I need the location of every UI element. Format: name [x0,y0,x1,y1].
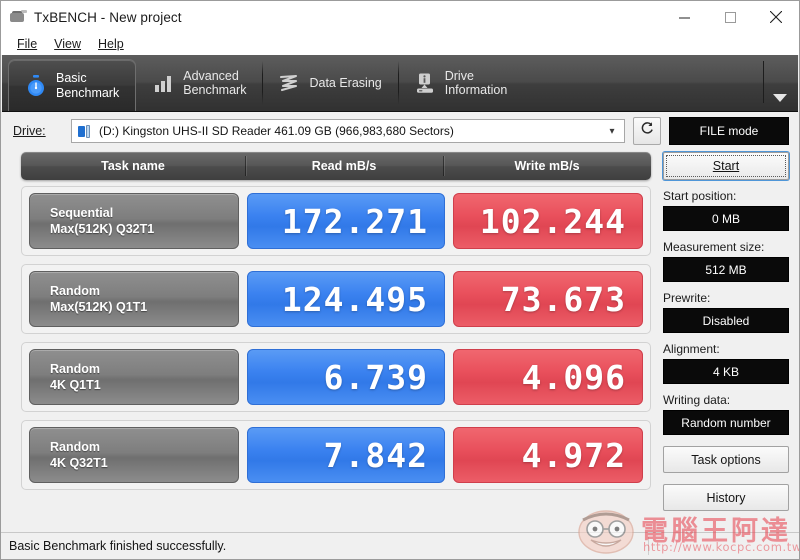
task-options-button[interactable]: Task options [663,446,789,473]
chevron-down-icon [773,94,787,102]
table-row: Sequential Max(512K) Q32T1 172.271 102.2… [21,186,651,256]
task-name-label: Random 4K Q1T1 [50,362,101,392]
drive-select-value: (D:) Kingston UHS-II SD Reader 461.09 GB… [99,124,454,138]
drive-label-text: Drive: [13,124,46,138]
drive-row: Drive: (D:) Kingston UHS-II SD Reader 46… [1,112,799,150]
tab-data-erasing[interactable]: Data Erasing [262,55,397,111]
column-header-write: Write mB/s [443,152,651,180]
status-bar: Basic Benchmark finished successfully. [1,532,799,559]
table-row: Random 4K Q1T1 6.739 4.096 [21,342,651,412]
task-name-label: Sequential Max(512K) Q32T1 [50,206,155,236]
start-position-value[interactable]: 0 MB [663,206,789,231]
bar-chart-icon [152,71,174,95]
task-name-label: Random 4K Q32T1 [50,440,108,470]
read-value: 124.495 [247,271,445,327]
tab-drive-information-label: Drive Information [444,68,508,98]
menu-bar: File View Help [1,33,799,55]
status-divider [648,537,649,555]
tab-strip: Basic Benchmark Advanced Benchmark Data … [2,55,798,112]
stopwatch-icon [25,74,47,98]
menu-help[interactable]: Help [91,35,132,53]
removable-drive-icon [78,124,94,138]
window-title: TxBENCH - New project [34,9,182,25]
results-table: Task name Read mB/s Write mB/s Sequentia… [21,152,651,498]
task-options-label: Task options [691,452,761,467]
alignment-value[interactable]: 4 KB [663,359,789,384]
writing-data-value[interactable]: Random number [663,410,789,435]
minimize-button[interactable] [661,1,707,33]
status-message: Basic Benchmark finished successfully. [9,539,227,553]
txbench-window: TxBENCH - New project File View Help Bas… [0,0,800,560]
menu-view-label: View [54,37,82,51]
menu-file-label: File [17,37,38,51]
write-value: 73.673 [453,271,643,327]
app-icon [10,9,27,25]
tab-basic-benchmark-label: Basic Benchmark [56,71,120,100]
task-name-cell: Random Max(512K) Q1T1 [29,271,239,327]
refresh-button[interactable] [633,117,661,145]
drive-info-icon [414,71,436,95]
close-button[interactable] [753,1,799,33]
prewrite-value[interactable]: Disabled [663,308,789,333]
read-value: 6.739 [247,349,445,405]
task-name-cell: Random 4K Q32T1 [29,427,239,483]
content-area: Drive: (D:) Kingston UHS-II SD Reader 46… [1,112,799,550]
refresh-icon [640,121,655,141]
measurement-size-label: Measurement size: [663,240,765,254]
history-label: History [706,490,746,505]
tab-drive-information[interactable]: Drive Information [397,55,524,111]
prewrite-label: Prewrite: [663,291,711,305]
control-panel: Start Start position: 0 MB Measurement s… [663,152,789,511]
table-header-row: Task name Read mB/s Write mB/s [21,152,651,180]
menu-help-label: Help [98,37,124,51]
history-button[interactable]: History [663,484,789,511]
write-value: 102.244 [453,193,643,249]
tab-advanced-benchmark[interactable]: Advanced Benchmark [136,55,262,111]
tab-advanced-benchmark-label: Advanced Benchmark [183,68,247,98]
eraser-wave-icon [278,71,300,95]
read-value: 172.271 [247,193,445,249]
menu-file[interactable]: File [10,35,45,53]
measurement-size-value[interactable]: 512 MB [663,257,789,282]
write-value: 4.096 [453,349,643,405]
start-button[interactable]: Start [663,152,789,180]
title-bar: TxBENCH - New project [1,1,799,33]
write-value: 4.972 [453,427,643,483]
tab-overflow-button[interactable] [762,55,798,111]
maximize-button[interactable] [707,1,753,33]
menu-view[interactable]: View [47,35,89,53]
task-name-label: Random Max(512K) Q1T1 [50,284,148,314]
tab-basic-benchmark[interactable]: Basic Benchmark [8,59,137,111]
start-position-label: Start position: [663,189,737,203]
column-header-read: Read mB/s [245,152,443,180]
writing-data-label: Writing data: [663,393,731,407]
alignment-label: Alignment: [663,342,720,356]
drive-select[interactable]: (D:) Kingston UHS-II SD Reader 461.09 GB… [71,119,625,143]
read-value: 7.842 [247,427,445,483]
table-row: Random 4K Q32T1 7.842 4.972 [21,420,651,490]
table-row: Random Max(512K) Q1T1 124.495 73.673 [21,264,651,334]
drive-label: Drive: [13,124,63,138]
chevron-down-icon: ▾ [609,125,615,137]
tab-data-erasing-label: Data Erasing [309,75,382,90]
window-controls [661,1,799,33]
task-name-cell: Sequential Max(512K) Q32T1 [29,193,239,249]
file-mode-button[interactable]: FILE mode [669,117,789,145]
column-header-task-name: Task name [101,159,165,173]
task-name-cell: Random 4K Q1T1 [29,349,239,405]
